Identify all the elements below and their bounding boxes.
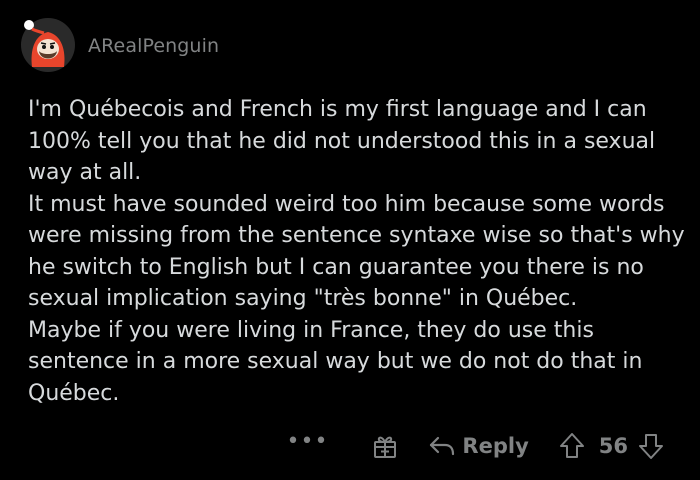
comment-action-bar: ••• Reply 56 — [286, 428, 664, 464]
reply-button[interactable]: Reply — [428, 434, 529, 458]
reply-arrow-icon — [430, 436, 455, 456]
reply-label: Reply — [462, 434, 529, 458]
author-username[interactable]: ARealPenguin — [88, 35, 219, 57]
downvote-button[interactable] — [638, 432, 664, 460]
downvote-arrow-icon — [639, 434, 663, 459]
snoo-avatar-icon — [21, 18, 75, 72]
gift-icon — [374, 436, 397, 458]
comment-card: ARealPenguin I'm Québecois and French is… — [0, 0, 700, 480]
comment-paragraph: I'm Québecois and French is my first lan… — [28, 97, 656, 185]
upvote-button[interactable] — [559, 432, 585, 460]
award-button[interactable] — [372, 433, 398, 459]
vote-score: 56 — [598, 434, 628, 458]
comment-header: ARealPenguin — [20, 14, 219, 76]
comment-paragraph: Maybe if you were living in France, they… — [28, 317, 643, 406]
upvote-arrow-icon — [559, 433, 584, 458]
comment-body: I'm Québecois and French is my first lan… — [28, 94, 688, 409]
more-options-button[interactable]: ••• — [286, 431, 328, 453]
user-avatar[interactable] — [20, 17, 76, 73]
comment-paragraph: It must have sounded weird too him becau… — [28, 191, 685, 312]
